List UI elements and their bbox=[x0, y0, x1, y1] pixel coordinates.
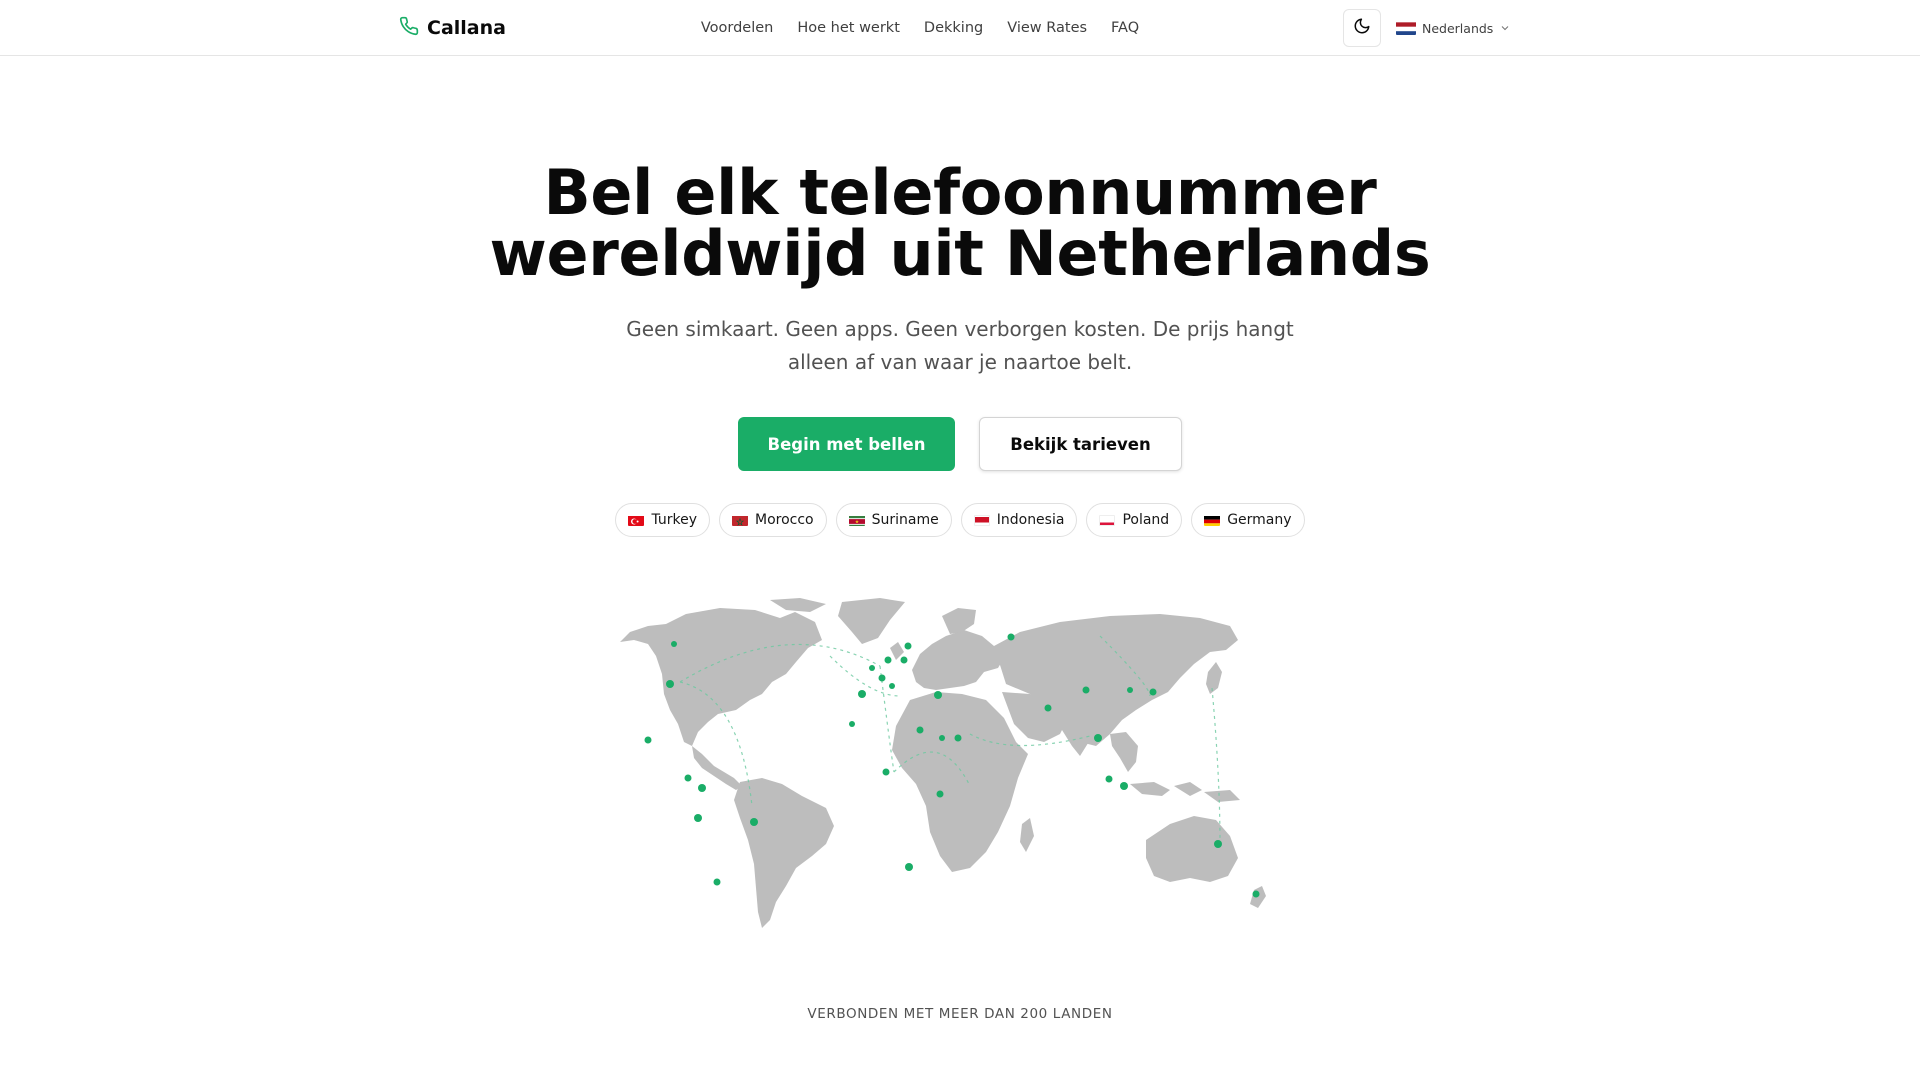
netherlands-flag-icon bbox=[1396, 21, 1416, 35]
nav-faq[interactable]: FAQ bbox=[1111, 20, 1139, 36]
hero-title: Bel elk telefoonnummer wereldwijd uit Ne… bbox=[0, 156, 1920, 290]
country-chips: Turkey Morocco Suriname Indonesia Poland… bbox=[0, 503, 1920, 537]
chip-germany[interactable]: Germany bbox=[1191, 503, 1305, 537]
world-map bbox=[620, 598, 1266, 928]
chip-label: Turkey bbox=[651, 512, 697, 528]
site-header: Callana Voordelen Hoe het werkt Dekking … bbox=[0, 0, 1920, 56]
nav-view-rates[interactable]: View Rates bbox=[1007, 20, 1087, 36]
theme-toggle-button[interactable] bbox=[1343, 9, 1381, 47]
language-selector[interactable]: Nederlands bbox=[1396, 14, 1511, 42]
hero-subtitle-line-1: Geen simkaart. Geen apps. Geen verborgen… bbox=[626, 317, 1294, 341]
coverage-label: VERBONDEN MET MEER DAN 200 LANDEN bbox=[807, 1006, 1113, 1022]
nav-hoe-het-werkt[interactable]: Hoe het werkt bbox=[797, 20, 900, 36]
nav-voordelen[interactable]: Voordelen bbox=[701, 20, 774, 36]
chevron-down-icon bbox=[1499, 19, 1511, 38]
view-rates-button[interactable]: Bekijk tarieven bbox=[979, 417, 1182, 471]
turkey-flag-icon bbox=[628, 515, 645, 526]
chip-morocco[interactable]: Morocco bbox=[719, 503, 827, 537]
brand-logo[interactable]: Callana bbox=[399, 14, 506, 42]
moon-icon bbox=[1353, 17, 1371, 39]
chip-indonesia[interactable]: Indonesia bbox=[960, 503, 1078, 537]
chip-suriname[interactable]: Suriname bbox=[835, 503, 952, 537]
indonesia-flag-icon bbox=[973, 514, 990, 526]
main-nav: Voordelen Hoe het werkt Dekking View Rat… bbox=[0, 0, 1920, 56]
brand-name: Callana bbox=[427, 17, 506, 39]
hero-title-line-2: wereldwijd uit Netherlands bbox=[489, 217, 1431, 290]
nav-dekking[interactable]: Dekking bbox=[924, 20, 983, 36]
germany-flag-icon bbox=[1204, 515, 1221, 526]
hero-subtitle-line-2: alleen af van waar je naartoe belt. bbox=[787, 350, 1133, 374]
start-calling-button[interactable]: Begin met bellen bbox=[738, 417, 955, 471]
phone-icon bbox=[399, 16, 419, 40]
hero-title-line-1: Bel elk telefoonnummer bbox=[543, 156, 1377, 229]
suriname-flag-icon bbox=[848, 515, 865, 526]
hero-subtitle: Geen simkaart. Geen apps. Geen verborgen… bbox=[0, 313, 1920, 379]
morocco-flag-icon bbox=[732, 515, 748, 526]
chip-label: Germany bbox=[1227, 512, 1292, 528]
chip-label: Suriname bbox=[871, 512, 939, 528]
language-label: Nederlands bbox=[1422, 20, 1494, 36]
chip-turkey[interactable]: Turkey bbox=[615, 503, 710, 537]
chip-label: Poland bbox=[1122, 512, 1170, 528]
map-land bbox=[620, 598, 1266, 928]
chip-label: Indonesia bbox=[996, 512, 1065, 528]
chip-poland[interactable]: Poland bbox=[1086, 503, 1183, 537]
chip-label: Morocco bbox=[755, 512, 814, 528]
poland-flag-icon bbox=[1099, 514, 1116, 526]
